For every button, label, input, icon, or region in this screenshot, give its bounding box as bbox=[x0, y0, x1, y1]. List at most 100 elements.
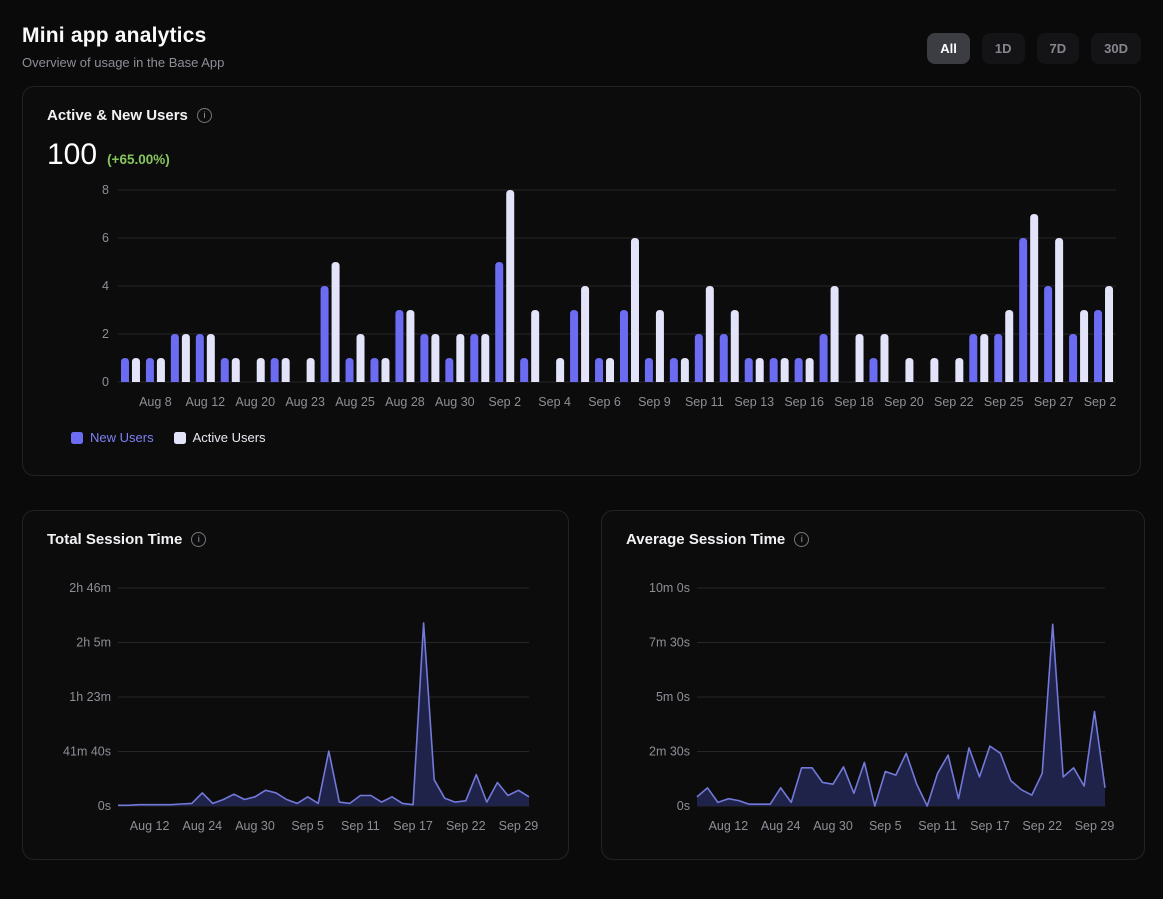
info-icon[interactable]: i bbox=[794, 532, 809, 547]
bar-active-users[interactable] bbox=[955, 358, 963, 382]
bar-new-users[interactable] bbox=[595, 358, 603, 382]
average-session-chart[interactable]: 0s2m 30s5m 0s7m 30s10m 0sAug 12Aug 24Aug… bbox=[626, 572, 1120, 842]
bar-new-users[interactable] bbox=[495, 262, 503, 382]
page-title: Mini app analytics bbox=[22, 24, 224, 48]
bar-active-users[interactable] bbox=[731, 310, 739, 382]
users-card-title: Active & New Users bbox=[47, 107, 188, 124]
x-tick-label: Sep 22 bbox=[446, 819, 486, 833]
average-session-chart-svg[interactable]: 0s2m 30s5m 0s7m 30s10m 0sAug 12Aug 24Aug… bbox=[626, 572, 1120, 842]
range-button-7d[interactable]: 7D bbox=[1037, 33, 1080, 64]
bar-active-users[interactable] bbox=[232, 358, 240, 382]
range-button-1d[interactable]: 1D bbox=[982, 33, 1025, 64]
bar-new-users[interactable] bbox=[321, 286, 329, 382]
bar-active-users[interactable] bbox=[531, 310, 539, 382]
x-tick-label: Aug 24 bbox=[182, 819, 222, 833]
bar-active-users[interactable] bbox=[182, 334, 190, 382]
x-tick-label: Sep 17 bbox=[393, 819, 433, 833]
bar-new-users[interactable] bbox=[620, 310, 628, 382]
bar-new-users[interactable] bbox=[795, 358, 803, 382]
bar-new-users[interactable] bbox=[695, 334, 703, 382]
legend-item-new-users[interactable]: New Users bbox=[71, 430, 154, 445]
bar-active-users[interactable] bbox=[681, 358, 689, 382]
bar-active-users[interactable] bbox=[257, 358, 265, 382]
bar-active-users[interactable] bbox=[1055, 238, 1063, 382]
bar-active-users[interactable] bbox=[307, 358, 315, 382]
bar-new-users[interactable] bbox=[969, 334, 977, 382]
bar-active-users[interactable] bbox=[431, 334, 439, 382]
bar-active-users[interactable] bbox=[781, 358, 789, 382]
bar-new-users[interactable] bbox=[395, 310, 403, 382]
users-value-row: 100 (+65.00%) bbox=[47, 138, 1116, 172]
bar-new-users[interactable] bbox=[520, 358, 528, 382]
bar-active-users[interactable] bbox=[282, 358, 290, 382]
bar-new-users[interactable] bbox=[146, 358, 154, 382]
bar-active-users[interactable] bbox=[381, 358, 389, 382]
bar-active-users[interactable] bbox=[357, 334, 365, 382]
bar-new-users[interactable] bbox=[570, 310, 578, 382]
bar-new-users[interactable] bbox=[346, 358, 354, 382]
bar-active-users[interactable] bbox=[456, 334, 464, 382]
bar-active-users[interactable] bbox=[1005, 310, 1013, 382]
bar-active-users[interactable] bbox=[631, 238, 639, 382]
bar-new-users[interactable] bbox=[420, 334, 428, 382]
bar-active-users[interactable] bbox=[406, 310, 414, 382]
bar-new-users[interactable] bbox=[445, 358, 453, 382]
bar-active-users[interactable] bbox=[506, 190, 514, 382]
legend-item-active-users[interactable]: Active Users bbox=[174, 430, 266, 445]
bar-new-users[interactable] bbox=[221, 358, 229, 382]
y-tick-label: 10m 0s bbox=[649, 581, 690, 595]
bar-new-users[interactable] bbox=[196, 334, 204, 382]
bar-active-users[interactable] bbox=[332, 262, 340, 382]
bar-active-users[interactable] bbox=[980, 334, 988, 382]
bar-new-users[interactable] bbox=[1094, 310, 1102, 382]
bar-new-users[interactable] bbox=[745, 358, 753, 382]
bar-new-users[interactable] bbox=[720, 334, 728, 382]
bar-active-users[interactable] bbox=[132, 358, 140, 382]
bar-new-users[interactable] bbox=[869, 358, 877, 382]
bar-new-users[interactable] bbox=[1044, 286, 1052, 382]
bar-active-users[interactable] bbox=[207, 334, 215, 382]
bar-new-users[interactable] bbox=[370, 358, 378, 382]
y-tick-label: 2 bbox=[102, 327, 109, 341]
bar-new-users[interactable] bbox=[645, 358, 653, 382]
bar-new-users[interactable] bbox=[271, 358, 279, 382]
bar-active-users[interactable] bbox=[481, 334, 489, 382]
bar-active-users[interactable] bbox=[806, 358, 814, 382]
x-tick-label: Sep 11 bbox=[341, 819, 380, 833]
info-icon[interactable]: i bbox=[191, 532, 206, 547]
bar-new-users[interactable] bbox=[121, 358, 129, 382]
bar-active-users[interactable] bbox=[706, 286, 714, 382]
x-tick-label: Sep 4 bbox=[538, 395, 571, 409]
bar-new-users[interactable] bbox=[171, 334, 179, 382]
bar-active-users[interactable] bbox=[606, 358, 614, 382]
bar-active-users[interactable] bbox=[1030, 214, 1038, 382]
range-button-30d[interactable]: 30D bbox=[1091, 33, 1141, 64]
bar-active-users[interactable] bbox=[880, 334, 888, 382]
bar-active-users[interactable] bbox=[1080, 310, 1088, 382]
bar-active-users[interactable] bbox=[905, 358, 913, 382]
total-session-chart[interactable]: 0s41m 40s1h 23m2h 5m2h 46mAug 12Aug 24Au… bbox=[47, 572, 544, 842]
users-bar-chart[interactable]: 02468Aug 8Aug 12Aug 20Aug 23Aug 25Aug 28… bbox=[47, 182, 1116, 414]
bar-new-users[interactable] bbox=[670, 358, 678, 382]
bar-new-users[interactable] bbox=[820, 334, 828, 382]
range-button-all[interactable]: All bbox=[927, 33, 970, 64]
info-icon[interactable]: i bbox=[197, 108, 212, 123]
bar-new-users[interactable] bbox=[770, 358, 778, 382]
bar-new-users[interactable] bbox=[470, 334, 478, 382]
bar-active-users[interactable] bbox=[1105, 286, 1113, 382]
active-new-users-card: Active & New Users i 100 (+65.00%) 02468… bbox=[22, 86, 1141, 476]
area-line bbox=[118, 623, 529, 805]
bar-active-users[interactable] bbox=[856, 334, 864, 382]
bar-new-users[interactable] bbox=[1019, 238, 1027, 382]
bar-active-users[interactable] bbox=[656, 310, 664, 382]
bar-active-users[interactable] bbox=[756, 358, 764, 382]
bar-active-users[interactable] bbox=[556, 358, 564, 382]
bar-new-users[interactable] bbox=[1069, 334, 1077, 382]
users-bar-chart-svg[interactable]: 02468Aug 8Aug 12Aug 20Aug 23Aug 25Aug 28… bbox=[47, 182, 1116, 414]
bar-active-users[interactable] bbox=[157, 358, 165, 382]
bar-active-users[interactable] bbox=[581, 286, 589, 382]
total-session-chart-svg[interactable]: 0s41m 40s1h 23m2h 5m2h 46mAug 12Aug 24Au… bbox=[47, 572, 544, 842]
bar-new-users[interactable] bbox=[994, 334, 1002, 382]
bar-active-users[interactable] bbox=[831, 286, 839, 382]
bar-active-users[interactable] bbox=[930, 358, 938, 382]
